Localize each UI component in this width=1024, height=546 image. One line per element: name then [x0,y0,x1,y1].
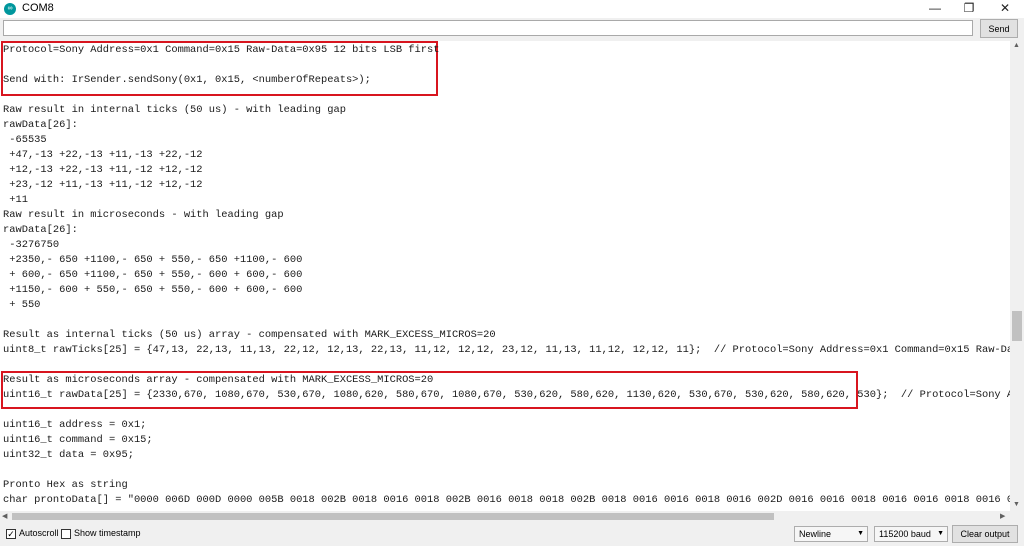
output-line: rawData[26]: [3,119,78,131]
output-line: uint8_t rawTicks[25] = {47,13, 22,13, 11… [3,344,1010,356]
show-timestamp-label: Show timestamp [74,528,141,538]
output-line: + 600,- 650 +1100,- 650 + 550,- 600 + 60… [3,269,303,281]
output-line: Send with: IrSender.sendSony(0x1, 0x15, … [3,74,371,86]
output-line: +47,-13 +22,-13 +11,-13 +22,-12 [3,149,203,161]
output-line: Result as internal ticks (50 us) array -… [3,329,496,341]
output-line: uint16_t command = 0x15; [3,434,153,446]
scroll-up-icon[interactable]: ▲ [1013,42,1020,49]
output-line: +2350,- 650 +1100,- 650 + 550,- 650 +110… [3,254,303,266]
scroll-right-icon[interactable]: ▶ [1000,512,1005,520]
output-line: Raw result in internal ticks (50 us) - w… [3,104,346,116]
horizontal-scrollbar[interactable]: ◀ ▶ [0,511,1010,522]
output-line: uint16_t address = 0x1; [3,419,147,431]
restore-icon[interactable]: ❐ [952,0,986,18]
serial-input[interactable] [3,20,973,36]
window-title: COM8 [22,2,54,14]
vertical-scrollbar[interactable]: ▲ ▼ [1010,41,1024,511]
clear-output-button[interactable]: Clear output [952,525,1018,543]
scroll-down-icon[interactable]: ▼ [1013,501,1020,508]
minimize-icon[interactable]: — [918,0,952,18]
arduino-logo-icon: ∞ [4,3,16,15]
output-line: +11 [3,194,28,206]
status-bar: ✓ Autoscroll Show timestamp Newline ▼ 11… [0,522,1024,546]
check-icon: ✓ [7,529,15,539]
output-line: Protocol=Sony Address=0x1 Command=0x15 R… [3,44,440,56]
close-icon[interactable]: ✕ [988,0,1022,18]
horizontal-scroll-thumb[interactable] [12,513,774,520]
autoscroll-label: Autoscroll [19,528,59,538]
vertical-scroll-thumb[interactable] [1012,311,1022,341]
command-row: Send [0,18,1024,40]
output-line: uint32_t data = 0x95; [3,449,134,461]
output-line: +23,-12 +11,-13 +11,-12 +12,-12 [3,179,203,191]
output-line: char prontoData[] = "0000 006D 000D 0000… [3,494,1010,506]
output-line: Raw result in microseconds - with leadin… [3,209,284,221]
output-line: -3276750 [3,239,60,251]
baud-rate-value: 115200 baud [879,529,931,539]
output-line: rawData[26]: [3,224,78,236]
output-line: Pronto Hex as string [3,479,128,491]
title-bar: ∞ COM8 — ❐ ✕ [0,0,1024,18]
line-ending-value: Newline [799,529,832,539]
autoscroll-checkbox[interactable]: ✓ [6,529,16,539]
baud-rate-select[interactable]: 115200 baud ▼ [874,526,948,542]
send-button[interactable]: Send [980,19,1018,38]
output-line: Result as microseconds array - compensat… [3,374,434,386]
output-line: +12,-13 +22,-13 +11,-12 +12,-12 [3,164,203,176]
chevron-down-icon: ▼ [937,530,944,537]
output-line: uint16_t rawData[25] = {2330,670, 1080,6… [3,389,1010,401]
serial-output[interactable]: Protocol=Sony Address=0x1 Command=0x15 R… [0,41,1010,511]
output-line: + 550 [3,299,41,311]
output-line: -65535 [3,134,47,146]
output-line: +1150,- 600 + 550,- 650 + 550,- 600 + 60… [3,284,303,296]
line-ending-select[interactable]: Newline ▼ [794,526,868,542]
chevron-down-icon: ▼ [857,530,864,537]
show-timestamp-checkbox[interactable] [61,529,71,539]
scroll-left-icon[interactable]: ◀ [2,512,7,520]
